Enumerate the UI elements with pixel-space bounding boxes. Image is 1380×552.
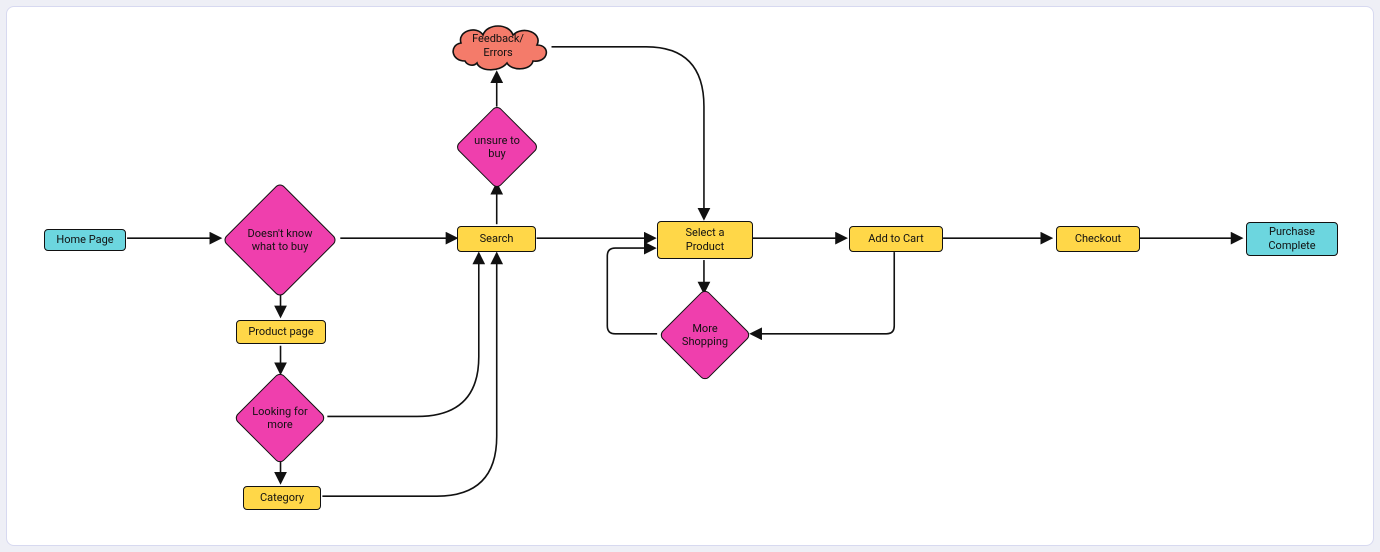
node-looking-for-more: Looking formore	[247, 385, 313, 451]
node-add-to-cart: Add to Cart	[849, 226, 943, 252]
node-purchase-complete: PurchaseComplete	[1246, 222, 1338, 256]
node-home-page: Home Page	[44, 229, 126, 251]
label: Feedback/Errors	[472, 32, 524, 60]
node-feedback-errors: Feedback/Errors	[443, 19, 553, 73]
node-product-page: Product page	[236, 320, 326, 344]
label: Home Page	[56, 233, 113, 247]
diagram-canvas: Home Page Doesn't knowwhat to buy Produc…	[6, 6, 1374, 546]
node-category: Category	[243, 486, 321, 510]
label: Select aProduct	[686, 226, 725, 254]
label: Add to Cart	[868, 232, 924, 246]
label: Doesn't knowwhat to buy	[227, 187, 333, 293]
node-unsure-to-buy: unsure tobuy	[467, 117, 527, 177]
label: Looking formore	[235, 373, 325, 463]
connectors	[7, 7, 1373, 545]
node-select-a-product: Select aProduct	[657, 221, 753, 259]
node-doesnt-know-what-to-buy: Doesn't knowwhat to buy	[239, 199, 321, 281]
label: Category	[260, 491, 304, 505]
label: PurchaseComplete	[1268, 225, 1315, 253]
label: MoreShopping	[660, 290, 750, 380]
label: Product page	[248, 325, 313, 339]
node-checkout: Checkout	[1056, 226, 1140, 252]
label: Checkout	[1075, 232, 1121, 246]
node-more-shopping: MoreShopping	[672, 302, 738, 368]
node-search: Search	[457, 226, 536, 252]
label: unsure tobuy	[455, 105, 539, 189]
label: Search	[480, 232, 514, 246]
